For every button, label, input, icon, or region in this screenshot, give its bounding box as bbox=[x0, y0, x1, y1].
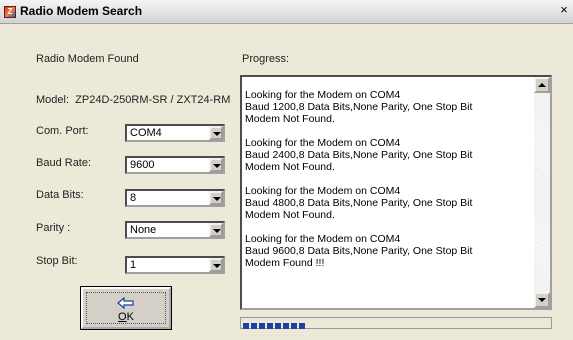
chevron-down-icon[interactable] bbox=[209, 223, 223, 237]
stop-bit-label: Stop Bit: bbox=[36, 255, 78, 267]
progress-segment bbox=[243, 323, 249, 329]
progress-segment bbox=[283, 323, 289, 329]
progress-segment bbox=[259, 323, 265, 329]
modem-found-label: Radio Modem Found bbox=[36, 53, 139, 65]
progress-segment bbox=[275, 323, 281, 329]
progress-segment bbox=[267, 323, 273, 329]
back-arrow-icon bbox=[117, 297, 134, 309]
baud-rate-label: Baud Rate: bbox=[36, 157, 92, 169]
title-bar: Z Radio Modem Search × bbox=[0, 0, 573, 24]
log-line: Modem Not Found. bbox=[245, 209, 335, 221]
vertical-scrollbar[interactable] bbox=[534, 77, 550, 308]
baud-rate-select[interactable]: 9600 bbox=[125, 156, 225, 174]
progress-segment bbox=[251, 323, 257, 329]
data-bits-select[interactable]: 8 bbox=[125, 189, 225, 207]
model-value: ZP24D-250RM-SR / ZXT24-RM bbox=[75, 94, 231, 106]
stop-bit-select[interactable]: 1 bbox=[125, 256, 225, 274]
com-port-select[interactable]: COM4 bbox=[125, 124, 225, 142]
search-progress-bar bbox=[240, 317, 552, 329]
scroll-down-icon[interactable] bbox=[534, 292, 550, 308]
log-entry: Looking for the Modem on COM4 Baud 1200,8… bbox=[245, 89, 530, 125]
progress-segment bbox=[291, 323, 297, 329]
log-line: Looking for the Modem on COM4 bbox=[245, 137, 401, 149]
log-line: Baud 9600,8 Data Bits,None Parity, One S… bbox=[245, 245, 473, 257]
ok-button[interactable]: OK bbox=[80, 286, 172, 330]
log-line: Looking for the Modem on COM4 bbox=[245, 185, 401, 197]
log-line: Baud 2400,8 Data Bits,None Parity, One S… bbox=[245, 149, 473, 161]
log-line: Modem Not Found. bbox=[245, 161, 335, 173]
close-icon[interactable]: × bbox=[557, 3, 571, 19]
log-line: Modem Not Found. bbox=[245, 113, 335, 125]
progress-label: Progress: bbox=[242, 53, 290, 65]
chevron-down-icon[interactable] bbox=[209, 126, 223, 140]
log-text: Looking for the Modem on COM4 Baud 1200,8… bbox=[245, 89, 530, 281]
progress-segment bbox=[299, 323, 305, 329]
parity-select[interactable]: None bbox=[125, 221, 225, 239]
dialog-body: Radio Modem Found Model: ZP24D-250RM-SR … bbox=[0, 25, 573, 340]
log-entry: Looking for the Modem on COM4 Baud 2400,8… bbox=[245, 137, 530, 173]
log-entry: Looking for the Modem on COM4 Baud 9600,8… bbox=[245, 233, 530, 269]
chevron-down-icon[interactable] bbox=[209, 158, 223, 172]
log-line: Baud 4800,8 Data Bits,None Parity, One S… bbox=[245, 197, 473, 209]
progress-log[interactable]: Looking for the Modem on COM4 Baud 1200,8… bbox=[240, 75, 552, 310]
log-line: Looking for the Modem on COM4 bbox=[245, 233, 401, 245]
log-line: Looking for the Modem on COM4 bbox=[245, 89, 401, 101]
parity-label: Parity : bbox=[36, 222, 71, 234]
com-port-label: Com. Port: bbox=[36, 125, 89, 137]
log-entry: Looking for the Modem on COM4 Baud 4800,8… bbox=[245, 185, 530, 221]
progress-fill bbox=[243, 320, 307, 329]
scroll-up-icon[interactable] bbox=[534, 77, 550, 93]
log-line: Modem Found !!! bbox=[245, 257, 325, 269]
radio-modem-search-window: Z Radio Modem Search × Radio Modem Found… bbox=[0, 0, 573, 340]
model-label: Model: ZP24D-250RM-SR / ZXT24-RM bbox=[36, 94, 231, 106]
window-title: Radio Modem Search bbox=[20, 4, 143, 18]
chevron-down-icon[interactable] bbox=[209, 191, 223, 205]
app-icon: Z bbox=[4, 6, 16, 18]
chevron-down-icon[interactable] bbox=[209, 258, 223, 272]
ok-label: OK bbox=[118, 311, 134, 323]
log-line: Baud 1200,8 Data Bits,None Parity, One S… bbox=[245, 101, 473, 113]
data-bits-label: Data Bits: bbox=[36, 189, 84, 201]
